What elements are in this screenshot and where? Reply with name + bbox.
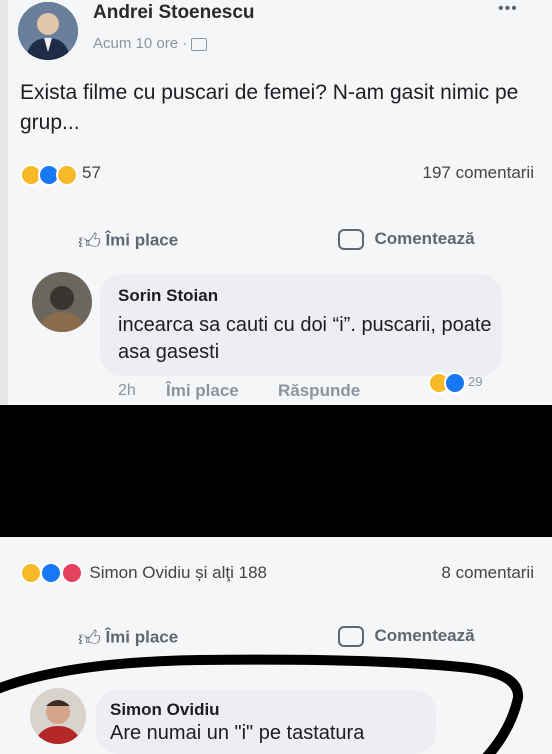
post-time: Acum 10 ore · xyxy=(93,35,208,52)
comment-time: 2h xyxy=(118,382,136,399)
reactions-summary[interactable]: 57 xyxy=(20,162,120,186)
like-button-2[interactable]: 👍︎ Îmi place xyxy=(78,625,178,652)
commenter-photo-icon xyxy=(30,688,86,744)
comment-button-2[interactable]: Comentează xyxy=(338,626,475,648)
post-time-text: Acum 10 ore xyxy=(93,35,179,52)
like-reaction-icon xyxy=(40,562,63,584)
commenter-avatar-2[interactable] xyxy=(30,688,86,744)
author-name[interactable]: Andrei Stoenescu xyxy=(93,2,255,24)
post-text: Exista filme cu puscari de femei? N-am g… xyxy=(20,81,519,134)
comment-reply-link[interactable]: Răspunde xyxy=(278,381,360,401)
speech-bubble-icon xyxy=(338,229,364,251)
reaction-count: 57 xyxy=(82,163,101,182)
comment-reactions[interactable]: 29 xyxy=(428,372,508,394)
comment-reaction-count: 29 xyxy=(468,374,483,389)
comment-text-2: Are numai un "i" pe tastatura xyxy=(110,722,365,744)
haha-reaction-icon xyxy=(20,562,42,584)
like-label-2: Îmi place xyxy=(105,627,179,647)
comment-label: Comentează xyxy=(374,229,475,248)
comment-label-2: Comentează xyxy=(374,626,475,645)
commenter-name[interactable]: Sorin Stoian xyxy=(118,286,218,306)
commenter-photo-icon xyxy=(32,272,92,332)
like-label: Îmi place xyxy=(105,230,179,250)
commenter-name-2[interactable]: Simon Ovidiu xyxy=(110,700,220,720)
wow-reaction-icon xyxy=(56,164,78,186)
reactions-summary-2[interactable]: Simon Ovidiu și alţi 188 xyxy=(20,562,267,584)
left-edge xyxy=(0,0,8,405)
comment-like-link[interactable]: Îmi place xyxy=(166,381,239,401)
thumbs-up-icon: 👍︎ xyxy=(78,229,101,254)
author-avatar[interactable] xyxy=(18,2,78,60)
thumbs-up-icon: 👍︎ xyxy=(78,626,101,651)
comment-button[interactable]: Comentează xyxy=(338,229,475,251)
more-options-icon[interactable]: ••• xyxy=(498,0,518,18)
comment-count-2[interactable]: 8 comentarii xyxy=(441,563,534,583)
like-reaction-icon xyxy=(444,372,466,394)
separator-dot: · xyxy=(182,35,188,52)
comment-text: incearca sa cauti cu doi “i”. puscarii, … xyxy=(118,314,492,363)
like-button[interactable]: 👍︎ Îmi place xyxy=(78,228,178,255)
love-reaction-icon xyxy=(60,562,83,584)
speech-bubble-icon xyxy=(338,626,364,648)
commenter-avatar[interactable] xyxy=(32,272,92,332)
audience-icon[interactable] xyxy=(191,37,208,51)
redaction-bar xyxy=(0,405,552,537)
reactors-text: Simon Ovidiu și alţi 188 xyxy=(89,563,267,582)
person-photo-icon xyxy=(18,2,78,60)
comment-count[interactable]: 197 comentarii xyxy=(422,163,534,183)
